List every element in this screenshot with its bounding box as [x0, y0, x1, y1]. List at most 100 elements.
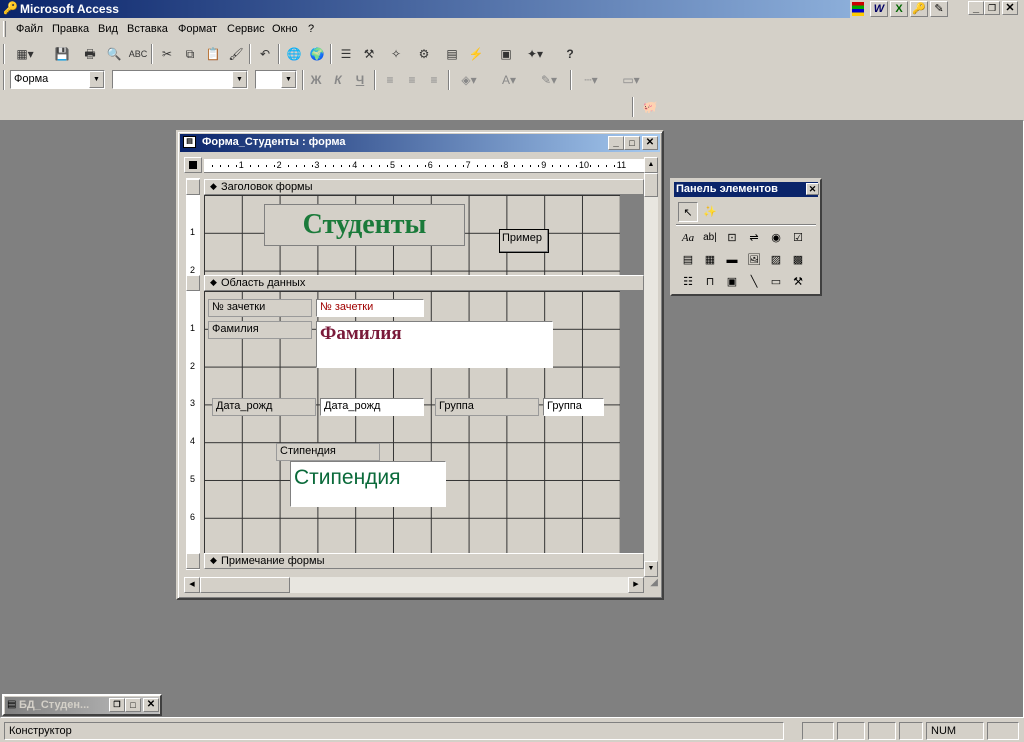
hyperlink-icon[interactable]: 🌐 — [284, 44, 304, 64]
restore-icon[interactable]: ❐ — [109, 698, 125, 712]
chevron-down-icon[interactable]: ▼ — [281, 71, 296, 88]
minimized-db-window[interactable]: ▤ БД_Студен... ❐ □ ✕ — [2, 694, 162, 716]
scroll-thumb-h[interactable] — [200, 577, 290, 593]
minimize-icon[interactable]: _ — [608, 136, 624, 150]
piggy-icon[interactable]: 🐖 — [640, 97, 660, 117]
header-title-label[interactable]: Студенты — [264, 204, 465, 246]
select-objects-icon[interactable]: ↖ — [678, 202, 698, 222]
help-icon[interactable]: ? — [560, 44, 580, 64]
close-icon[interactable]: ✕ — [642, 136, 658, 150]
line-color-icon[interactable]: ✎▾ — [534, 70, 564, 90]
field-list-icon[interactable]: ☰ — [336, 44, 356, 64]
unbound-frame-icon[interactable]: ▨ — [766, 250, 786, 270]
rectangle-tool-icon[interactable]: ▭ — [766, 272, 786, 292]
office-bar-icon[interactable] — [852, 2, 864, 16]
print-icon[interactable]: 🖶 — [80, 44, 100, 64]
italic-button[interactable]: К — [328, 70, 348, 90]
menu-window[interactable]: Окно — [272, 23, 298, 35]
zachetka-textbox[interactable]: № зачетки — [316, 299, 424, 317]
build-icon[interactable]: ⚡ — [466, 44, 486, 64]
close-icon[interactable]: ✕ — [806, 183, 819, 195]
save-icon[interactable]: 💾 — [52, 44, 72, 64]
list-box-icon[interactable]: ▦ — [700, 250, 720, 270]
align-right-icon[interactable]: ≡ — [424, 70, 444, 90]
scroll-right-icon[interactable]: ▶ — [628, 577, 644, 593]
undo-icon[interactable]: ↶ — [255, 44, 275, 64]
line-width-icon[interactable]: ┈▾ — [576, 70, 606, 90]
minimized-titlebar[interactable]: ▤ БД_Студен... ❐ □ ✕ — [5, 697, 159, 714]
access-icon[interactable]: 🔑 — [910, 1, 928, 17]
note-icon[interactable]: ✎ — [930, 1, 948, 17]
combo-box-icon[interactable]: ▤ — [678, 250, 698, 270]
detail-selector[interactable] — [186, 275, 200, 291]
menu-help[interactable]: ? — [308, 23, 314, 35]
stipendia-label[interactable]: Стипендия — [276, 443, 380, 461]
option-group-icon[interactable]: ⊡ — [722, 228, 742, 248]
copy-icon[interactable]: ⧉ — [180, 44, 200, 64]
example-button[interactable]: Пример — [499, 229, 549, 253]
section-header-bar[interactable]: Заголовок формы — [204, 179, 644, 195]
view-icon[interactable]: ▦▾ — [10, 44, 40, 64]
image-tool-icon[interactable]: 🖼 — [744, 250, 764, 270]
chevron-down-icon[interactable]: ▼ — [232, 71, 247, 88]
familia-textbox[interactable]: Фамилия — [316, 321, 553, 368]
database-window-icon[interactable]: ▣ — [496, 44, 516, 64]
format-painter-icon[interactable]: 🖌 — [226, 44, 246, 64]
font-combo[interactable]: ▼ — [112, 70, 248, 89]
horizontal-scrollbar[interactable]: ◀ ▶ — [184, 577, 644, 593]
restore-icon[interactable]: ❐ — [984, 1, 1000, 15]
resize-grip-icon[interactable]: ◢ — [644, 577, 658, 593]
chevron-down-icon[interactable]: ▼ — [89, 71, 104, 88]
scroll-left-icon[interactable]: ◀ — [184, 577, 200, 593]
menu-tools[interactable]: Сервис — [227, 23, 265, 35]
word-icon[interactable]: W — [870, 1, 888, 17]
align-center-icon[interactable]: ≡ — [402, 70, 422, 90]
underline-button[interactable]: Ч — [350, 70, 370, 90]
ruler-corner[interactable] — [184, 157, 202, 173]
toggle-button-icon[interactable]: ⇌ — [744, 228, 764, 248]
tab-control-icon[interactable]: ⊓ — [700, 272, 720, 292]
command-button-icon[interactable]: ▬ — [722, 250, 742, 270]
cut-icon[interactable]: ✂ — [157, 44, 177, 64]
scroll-down-icon[interactable]: ▼ — [644, 561, 658, 577]
menu-file[interactable]: Файл — [16, 23, 43, 35]
section-footer-bar[interactable]: Примечание формы — [204, 553, 644, 569]
header-selector[interactable] — [186, 179, 200, 195]
toolbox-icon[interactable]: ⚒ — [359, 44, 379, 64]
special-effect-icon[interactable]: ▭▾ — [616, 70, 646, 90]
control-wizards-icon[interactable]: ✨ — [700, 202, 720, 222]
preview-icon[interactable]: 🔍 — [104, 44, 124, 64]
maximize-icon[interactable]: □ — [624, 136, 640, 150]
scroll-thumb[interactable] — [644, 173, 658, 197]
zachetka-label[interactable]: № зачетки — [208, 299, 312, 317]
fill-color-icon[interactable]: ◈▾ — [454, 70, 484, 90]
familia-label[interactable]: Фамилия — [208, 321, 312, 339]
label-tool-icon[interactable]: Aa — [678, 228, 698, 248]
bound-frame-icon[interactable]: ▩ — [788, 250, 808, 270]
data-rozhd-label[interactable]: Дата_рожд — [212, 398, 316, 416]
code-icon[interactable]: ⚙ — [414, 44, 434, 64]
data-rozhd-textbox[interactable]: Дата_рожд — [320, 398, 424, 416]
menu-insert[interactable]: Вставка — [127, 23, 168, 35]
gruppa-textbox[interactable]: Группа — [543, 398, 604, 416]
more-controls-icon[interactable]: ⚒ — [788, 272, 808, 292]
object-combo[interactable]: Форма ▼ — [10, 70, 105, 89]
size-combo[interactable]: ▼ — [255, 70, 297, 89]
menu-edit[interactable]: Правка — [52, 23, 89, 35]
option-button-icon[interactable]: ◉ — [766, 228, 786, 248]
gruppa-label[interactable]: Группа — [435, 398, 539, 416]
ruler-scroll-up[interactable]: ▲ — [644, 157, 658, 173]
menu-format[interactable]: Формат — [178, 23, 217, 35]
vertical-scrollbar[interactable]: ▼ — [644, 173, 658, 577]
close-icon[interactable]: ✕ — [143, 698, 159, 712]
bold-button[interactable]: Ж — [306, 70, 326, 90]
section-detail-bar[interactable]: Область данных — [204, 275, 644, 291]
footer-selector[interactable] — [186, 553, 200, 569]
checkbox-tool-icon[interactable]: ☑ — [788, 228, 808, 248]
excel-icon[interactable]: X — [890, 1, 908, 17]
align-left-icon[interactable]: ≡ — [380, 70, 400, 90]
stipendia-textbox[interactable]: Стипендия — [290, 461, 446, 507]
page-break-icon[interactable]: ☷ — [678, 272, 698, 292]
close-icon[interactable]: ✕ — [1002, 1, 1018, 15]
properties-icon[interactable]: ▤ — [442, 44, 462, 64]
